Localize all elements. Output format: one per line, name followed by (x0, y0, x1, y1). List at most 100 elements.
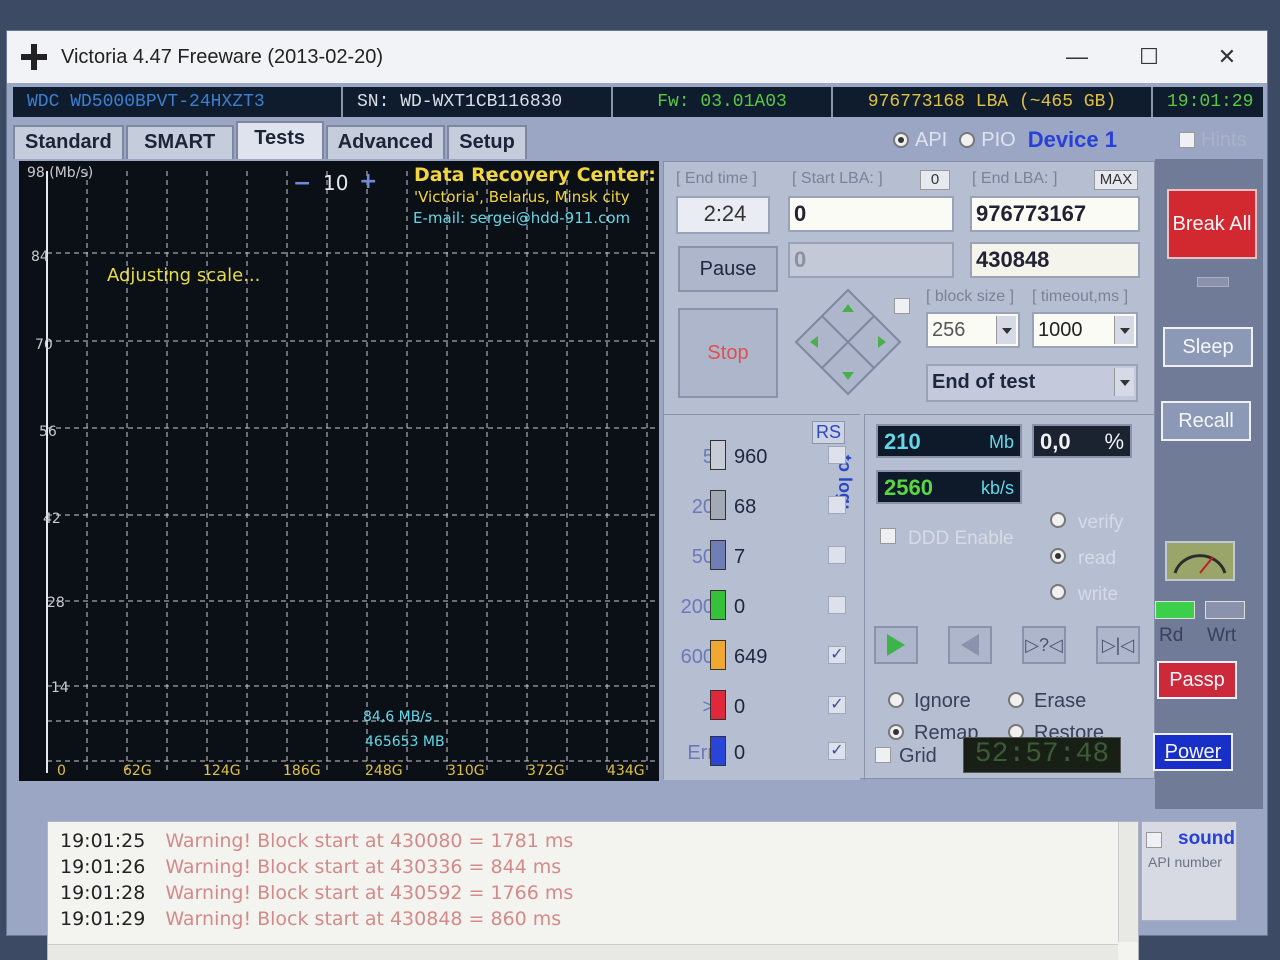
block-color-swatch (710, 690, 726, 720)
timeout-select[interactable]: 1000 (1032, 312, 1138, 348)
random-seek-icon[interactable]: ▷?◁ (1022, 626, 1066, 664)
ignore-label: Ignore (914, 690, 971, 712)
start-lba-field[interactable]: 0 (788, 196, 954, 232)
butterfly-icon[interactable]: ▷|◁ (1096, 626, 1140, 664)
percent-unit: % (1104, 429, 1124, 454)
play-icon[interactable] (874, 626, 918, 664)
speed-graph: 98 (Mb/s) 84 70 56 42 28 14 0 62G 124G 1… (19, 161, 659, 781)
log-checkbox[interactable] (828, 496, 846, 514)
timeout-value: 1000 (1038, 319, 1083, 341)
end-time-field[interactable]: 2:24 (676, 196, 770, 234)
block-size-select[interactable]: 256 (926, 312, 1020, 348)
scale-value: 10 (323, 171, 349, 195)
hints-checkbox[interactable] (1179, 132, 1195, 148)
timeout-label: [ timeout,ms ] (1032, 288, 1129, 305)
read-radio[interactable] (1050, 548, 1066, 564)
start-lba-zero-button[interactable]: 0 (920, 170, 950, 190)
chevron-down-icon (996, 316, 1016, 344)
block-count: 0 (734, 596, 746, 618)
x-tick-372g: 372G (527, 763, 565, 779)
pad-checkbox[interactable] (894, 298, 910, 314)
device-label[interactable]: Device 1 (1028, 127, 1117, 153)
window-title: Victoria 4.47 Freeware (2013-02-20) (61, 45, 384, 68)
block-color-swatch (710, 590, 726, 620)
api-label: API (915, 128, 948, 151)
current-speed: 84,6 MB/s (363, 709, 433, 725)
power-button[interactable]: Power (1153, 733, 1233, 771)
log-checkbox[interactable] (828, 596, 846, 614)
reverse-icon[interactable] (948, 626, 992, 664)
scale-plus-button[interactable]: + (359, 169, 377, 194)
api-number-label: API number (1148, 854, 1222, 870)
block-size-value: 256 (932, 319, 966, 341)
drc-title: Data Recovery Center: (414, 164, 656, 186)
close-button[interactable]: ✕ (1197, 39, 1257, 75)
clock: 19:01:29 (1167, 92, 1254, 112)
sound-checkbox[interactable] (1146, 832, 1162, 848)
drive-info-bar: WDC WD5000BPVT-24HXZT3 SN: WD-WXT1CB1168… (13, 87, 1263, 117)
tab-smart[interactable]: SMART (125, 125, 234, 159)
ignore-radio[interactable] (888, 692, 904, 708)
log-checkbox[interactable]: ✓ (828, 646, 846, 664)
y-tick-42: 42 (43, 511, 61, 527)
drc-email: E-mail: sergei@hdd-911.com (413, 209, 631, 227)
minimize-button[interactable]: — (1047, 39, 1107, 75)
erase-label: Erase (1034, 690, 1087, 712)
break-all-button[interactable]: Break All (1167, 189, 1257, 259)
grid-checkbox[interactable] (875, 747, 891, 763)
x-tick-434g: 434G (607, 763, 645, 779)
rd-label: Rd (1159, 625, 1184, 646)
tab-setup[interactable]: Setup (447, 125, 527, 159)
log-checkbox[interactable] (828, 446, 846, 464)
speed-value: 2560 (884, 475, 933, 500)
gauge-icon (1165, 541, 1235, 581)
speed-unit: kb/s (980, 478, 1014, 498)
scale-minus-button[interactable]: − (293, 171, 311, 196)
stop-button[interactable]: Stop (678, 308, 778, 398)
log-horizontal-scrollbar[interactable] (48, 944, 1118, 960)
direction-pad[interactable] (792, 286, 904, 398)
block-row: Err 0 ✓ (664, 736, 864, 772)
tab-standard[interactable]: Standard (13, 125, 124, 159)
sound-panel: sound API number (1141, 821, 1237, 921)
verify-radio[interactable] (1050, 512, 1066, 528)
block-color-swatch (710, 440, 726, 470)
end-action-select[interactable]: End of test (926, 364, 1138, 402)
block-threshold: 600 (680, 646, 714, 668)
mb-value: 210 (884, 429, 921, 454)
write-radio[interactable] (1050, 584, 1066, 600)
current-end-field: 430848 (970, 242, 1140, 278)
victoria-window: Victoria 4.47 Freeware (2013-02-20) — ☐ … (6, 30, 1268, 960)
log-checkbox[interactable] (828, 546, 846, 564)
ddd-checkbox[interactable] (880, 528, 896, 544)
drive-serial: SN: WD-WXT1CB116830 (343, 87, 613, 117)
block-color-swatch (710, 736, 726, 766)
pause-button[interactable]: Pause (678, 246, 778, 292)
block-count: 960 (734, 446, 768, 468)
api-radio[interactable] (893, 132, 909, 148)
x-tick-62g: 62G (123, 763, 152, 779)
log-checkbox[interactable]: ✓ (828, 696, 846, 714)
passport-button[interactable]: Passp (1157, 661, 1237, 699)
elapsed-timer: 52:57:48 (963, 737, 1121, 773)
pio-radio[interactable] (959, 132, 976, 148)
log-vertical-scrollbar[interactable] (1118, 822, 1138, 942)
sleep-button[interactable]: Sleep (1163, 327, 1253, 367)
test-control-panel: [ End time ] 2:24 [ Start LBA: ] 0 0 0 [… (663, 161, 1156, 780)
current-position: 465653 MB (365, 734, 445, 750)
mb-counter: 210 Mb (876, 424, 1022, 458)
erase-radio[interactable] (1008, 692, 1024, 708)
recall-button[interactable]: Recall (1161, 401, 1251, 441)
end-lba-field[interactable]: 976773167 (970, 196, 1140, 232)
block-size-label: [ block size ] (926, 288, 1015, 305)
y-tick-56: 56 (39, 424, 57, 440)
end-lba-max-button[interactable]: MAX (1094, 170, 1138, 190)
maximize-button[interactable]: ☐ (1119, 39, 1179, 75)
tab-advanced[interactable]: Advanced (325, 125, 446, 159)
speed-counter: 2560 kb/s (876, 470, 1022, 504)
event-log: 19:01:25 Warning! Block start at 430080 =… (47, 821, 1139, 960)
remap-radio[interactable] (888, 724, 904, 740)
tab-tests[interactable]: Tests (235, 121, 324, 159)
log-checkbox[interactable]: ✓ (828, 742, 846, 760)
block-count: 0 (734, 696, 746, 718)
